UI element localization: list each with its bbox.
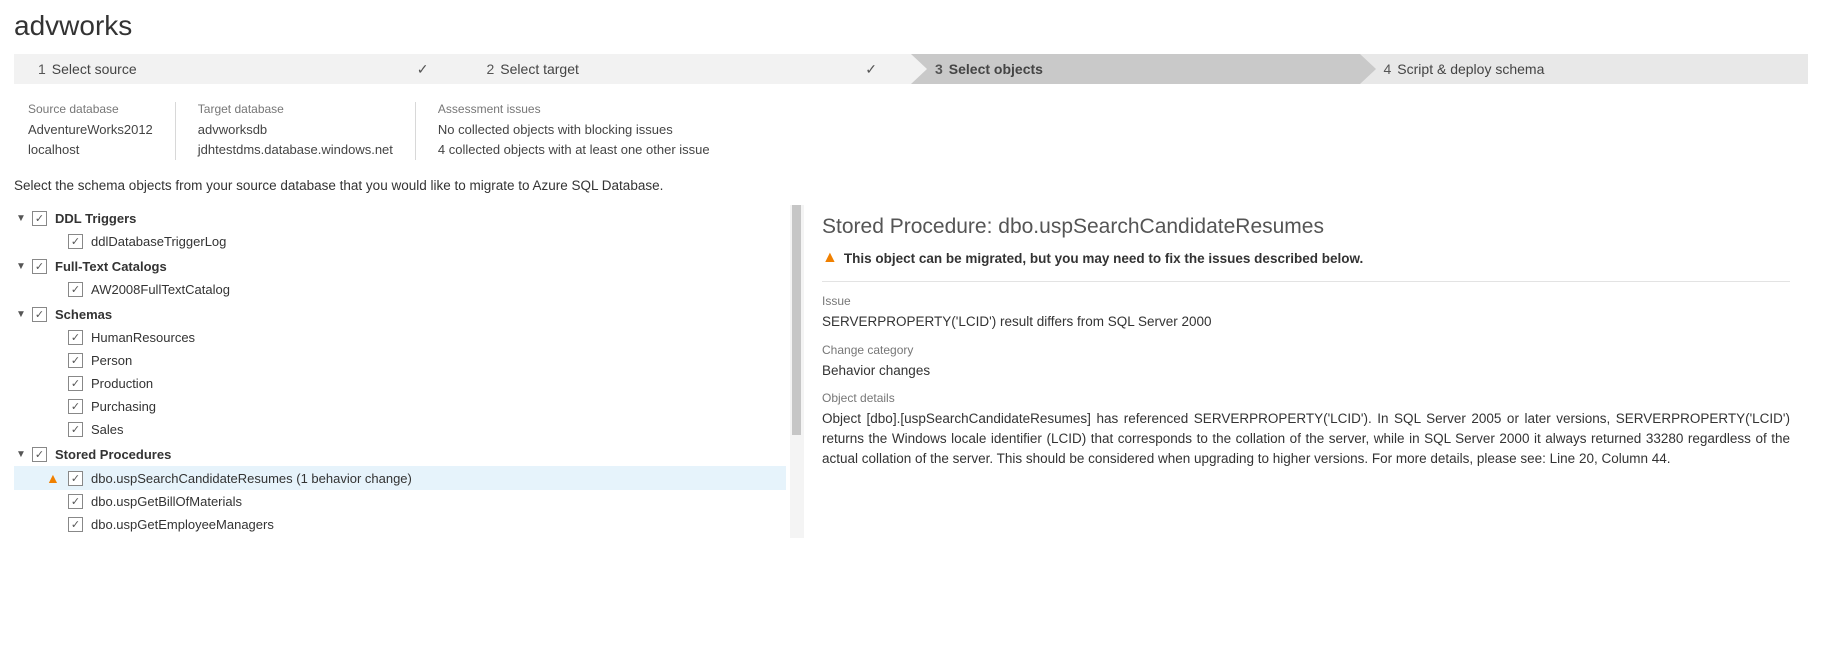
step-3[interactable]: 3 Select objects bbox=[911, 54, 1360, 84]
step-1[interactable]: 1 Select source ✓ bbox=[14, 54, 463, 84]
category: ▼ ✓ Full-Text Catalogs ✓ AW2008FullTextCatal… bbox=[14, 255, 786, 301]
step-label: Select source bbox=[52, 61, 137, 77]
instruction-text: Select the schema objects from your sour… bbox=[14, 178, 1808, 193]
item-label: ddlDatabaseTriggerLog bbox=[91, 234, 226, 249]
item-checkbox[interactable]: ✓ bbox=[68, 330, 83, 345]
item-label: Purchasing bbox=[91, 399, 156, 414]
warning-triangle-icon: ▲ bbox=[822, 249, 838, 267]
detail-warning-text: This object can be migrated, but you may… bbox=[844, 251, 1363, 266]
expander-icon[interactable]: ▼ bbox=[14, 213, 28, 224]
category: ▼ ✓ DDL Triggers ✓ ddlDatabaseTriggerLog bbox=[14, 207, 786, 253]
item-label: dbo.uspGetBillOfMaterials bbox=[91, 494, 242, 509]
item-label: AW2008FullTextCatalog bbox=[91, 282, 230, 297]
step-num: 2 bbox=[487, 61, 495, 77]
object-details-text: Object [dbo].[uspSearchCandidateResumes]… bbox=[822, 409, 1790, 470]
step-label: Select objects bbox=[949, 61, 1043, 77]
warning-triangle-icon: ▲ bbox=[46, 470, 62, 486]
info-issues-line1: No collected objects with blocking issue… bbox=[438, 120, 710, 140]
item-checkbox[interactable]: ✓ bbox=[68, 471, 83, 486]
scroll-thumb[interactable] bbox=[792, 205, 801, 435]
expander-icon[interactable]: ▼ bbox=[14, 309, 28, 320]
item-label: HumanResources bbox=[91, 330, 195, 345]
info-issues-label: Assessment issues bbox=[438, 102, 710, 116]
step-num: 1 bbox=[38, 61, 46, 77]
expander-icon[interactable]: ▼ bbox=[14, 261, 28, 272]
tree-item[interactable]: ✓ Sales bbox=[14, 418, 786, 441]
step-4[interactable]: 4 Script & deploy schema bbox=[1360, 54, 1809, 84]
step-2[interactable]: 2 Select target ✓ bbox=[463, 54, 912, 84]
category-label: DDL Triggers bbox=[55, 211, 136, 226]
item-label: Production bbox=[91, 376, 153, 391]
item-label: dbo.uspSearchCandidateResumes (1 behavio… bbox=[91, 471, 412, 486]
category-checkbox[interactable]: ✓ bbox=[32, 447, 47, 462]
category-checkbox[interactable]: ✓ bbox=[32, 211, 47, 226]
info-target: Target database advworksdb jdhtestdms.da… bbox=[175, 102, 415, 160]
issue-text: SERVERPROPERTY('LCID') result differs fr… bbox=[822, 312, 1790, 332]
category-label: Full-Text Catalogs bbox=[55, 259, 167, 274]
detail-heading: Stored Procedure: dbo.uspSearchCandidate… bbox=[822, 215, 1790, 239]
item-checkbox[interactable]: ✓ bbox=[68, 282, 83, 297]
tree-item[interactable]: ✓ Production bbox=[14, 372, 786, 395]
expander-icon[interactable]: ▼ bbox=[14, 449, 28, 460]
info-issues-line2: 4 collected objects with at least one ot… bbox=[438, 140, 710, 160]
step-bar: 1 Select source ✓ 2 Select target ✓ 3 Select ob… bbox=[14, 54, 1808, 84]
check-icon: ✓ bbox=[865, 61, 877, 78]
info-source-server: localhost bbox=[28, 140, 153, 160]
tree-item[interactable]: ✓ dbo.uspGetBillOfMaterials bbox=[14, 490, 786, 513]
category-checkbox[interactable]: ✓ bbox=[32, 307, 47, 322]
item-checkbox[interactable]: ✓ bbox=[68, 422, 83, 437]
info-source-db: AdventureWorks2012 bbox=[28, 120, 153, 140]
item-checkbox[interactable]: ✓ bbox=[68, 494, 83, 509]
step-label: Script & deploy schema bbox=[1397, 61, 1544, 77]
item-checkbox[interactable]: ✓ bbox=[68, 234, 83, 249]
tree-item[interactable]: ✓ AW2008FullTextCatalog bbox=[14, 278, 786, 301]
tree-item[interactable]: ✓ Person bbox=[14, 349, 786, 372]
item-checkbox[interactable]: ✓ bbox=[68, 399, 83, 414]
object-details-label: Object details bbox=[822, 391, 1790, 405]
detail-warning: ▲ This object can be migrated, but you m… bbox=[822, 249, 1790, 267]
category-checkbox[interactable]: ✓ bbox=[32, 259, 47, 274]
tree-item[interactable]: ✓ ddlDatabaseTriggerLog bbox=[14, 230, 786, 253]
tree-item[interactable]: ✓ dbo.uspGetEmployeeManagers bbox=[14, 513, 786, 536]
item-checkbox[interactable]: ✓ bbox=[68, 517, 83, 532]
tree-item[interactable]: ▲ ✓ dbo.uspSearchCandidateResumes (1 behav… bbox=[14, 466, 786, 490]
info-target-label: Target database bbox=[198, 102, 393, 116]
step-num: 3 bbox=[935, 61, 943, 77]
detail-pane: Stored Procedure: dbo.uspSearchCandidate… bbox=[804, 205, 1808, 538]
item-label: Sales bbox=[91, 422, 124, 437]
check-icon: ✓ bbox=[417, 61, 429, 78]
page-title: advworks bbox=[14, 10, 1808, 42]
category-label: Schemas bbox=[55, 307, 112, 322]
category-text: Behavior changes bbox=[822, 361, 1790, 381]
info-issues: Assessment issues No collected objects w… bbox=[415, 102, 732, 160]
info-target-server: jdhtestdms.database.windows.net bbox=[198, 140, 393, 160]
info-source-label: Source database bbox=[28, 102, 153, 116]
tree-item[interactable]: ✓ Purchasing bbox=[14, 395, 786, 418]
info-row: Source database AdventureWorks2012 local… bbox=[14, 102, 1808, 174]
info-source: Source database AdventureWorks2012 local… bbox=[28, 102, 175, 160]
divider bbox=[822, 281, 1790, 282]
object-tree: ▼ ✓ DDL Triggers ✓ ddlDatabaseTriggerLog ▼ ✓ Fu… bbox=[14, 205, 804, 536]
step-label: Select target bbox=[500, 61, 579, 77]
tree-scrollbar[interactable] bbox=[790, 205, 804, 538]
item-checkbox[interactable]: ✓ bbox=[68, 353, 83, 368]
item-label: Person bbox=[91, 353, 132, 368]
item-label: dbo.uspGetEmployeeManagers bbox=[91, 517, 274, 532]
issue-label: Issue bbox=[822, 294, 1790, 308]
category-label: Change category bbox=[822, 343, 1790, 357]
item-checkbox[interactable]: ✓ bbox=[68, 376, 83, 391]
step-num: 4 bbox=[1384, 61, 1392, 77]
category: ▼ ✓ Stored Procedures ▲ ✓ dbo.uspSearchCandid… bbox=[14, 443, 786, 536]
tree-item[interactable]: ✓ HumanResources bbox=[14, 326, 786, 349]
info-target-db: advworksdb bbox=[198, 120, 393, 140]
category-label: Stored Procedures bbox=[55, 447, 171, 462]
category: ▼ ✓ Schemas ✓ HumanResources ✓ Person ✓ Producti… bbox=[14, 303, 786, 441]
